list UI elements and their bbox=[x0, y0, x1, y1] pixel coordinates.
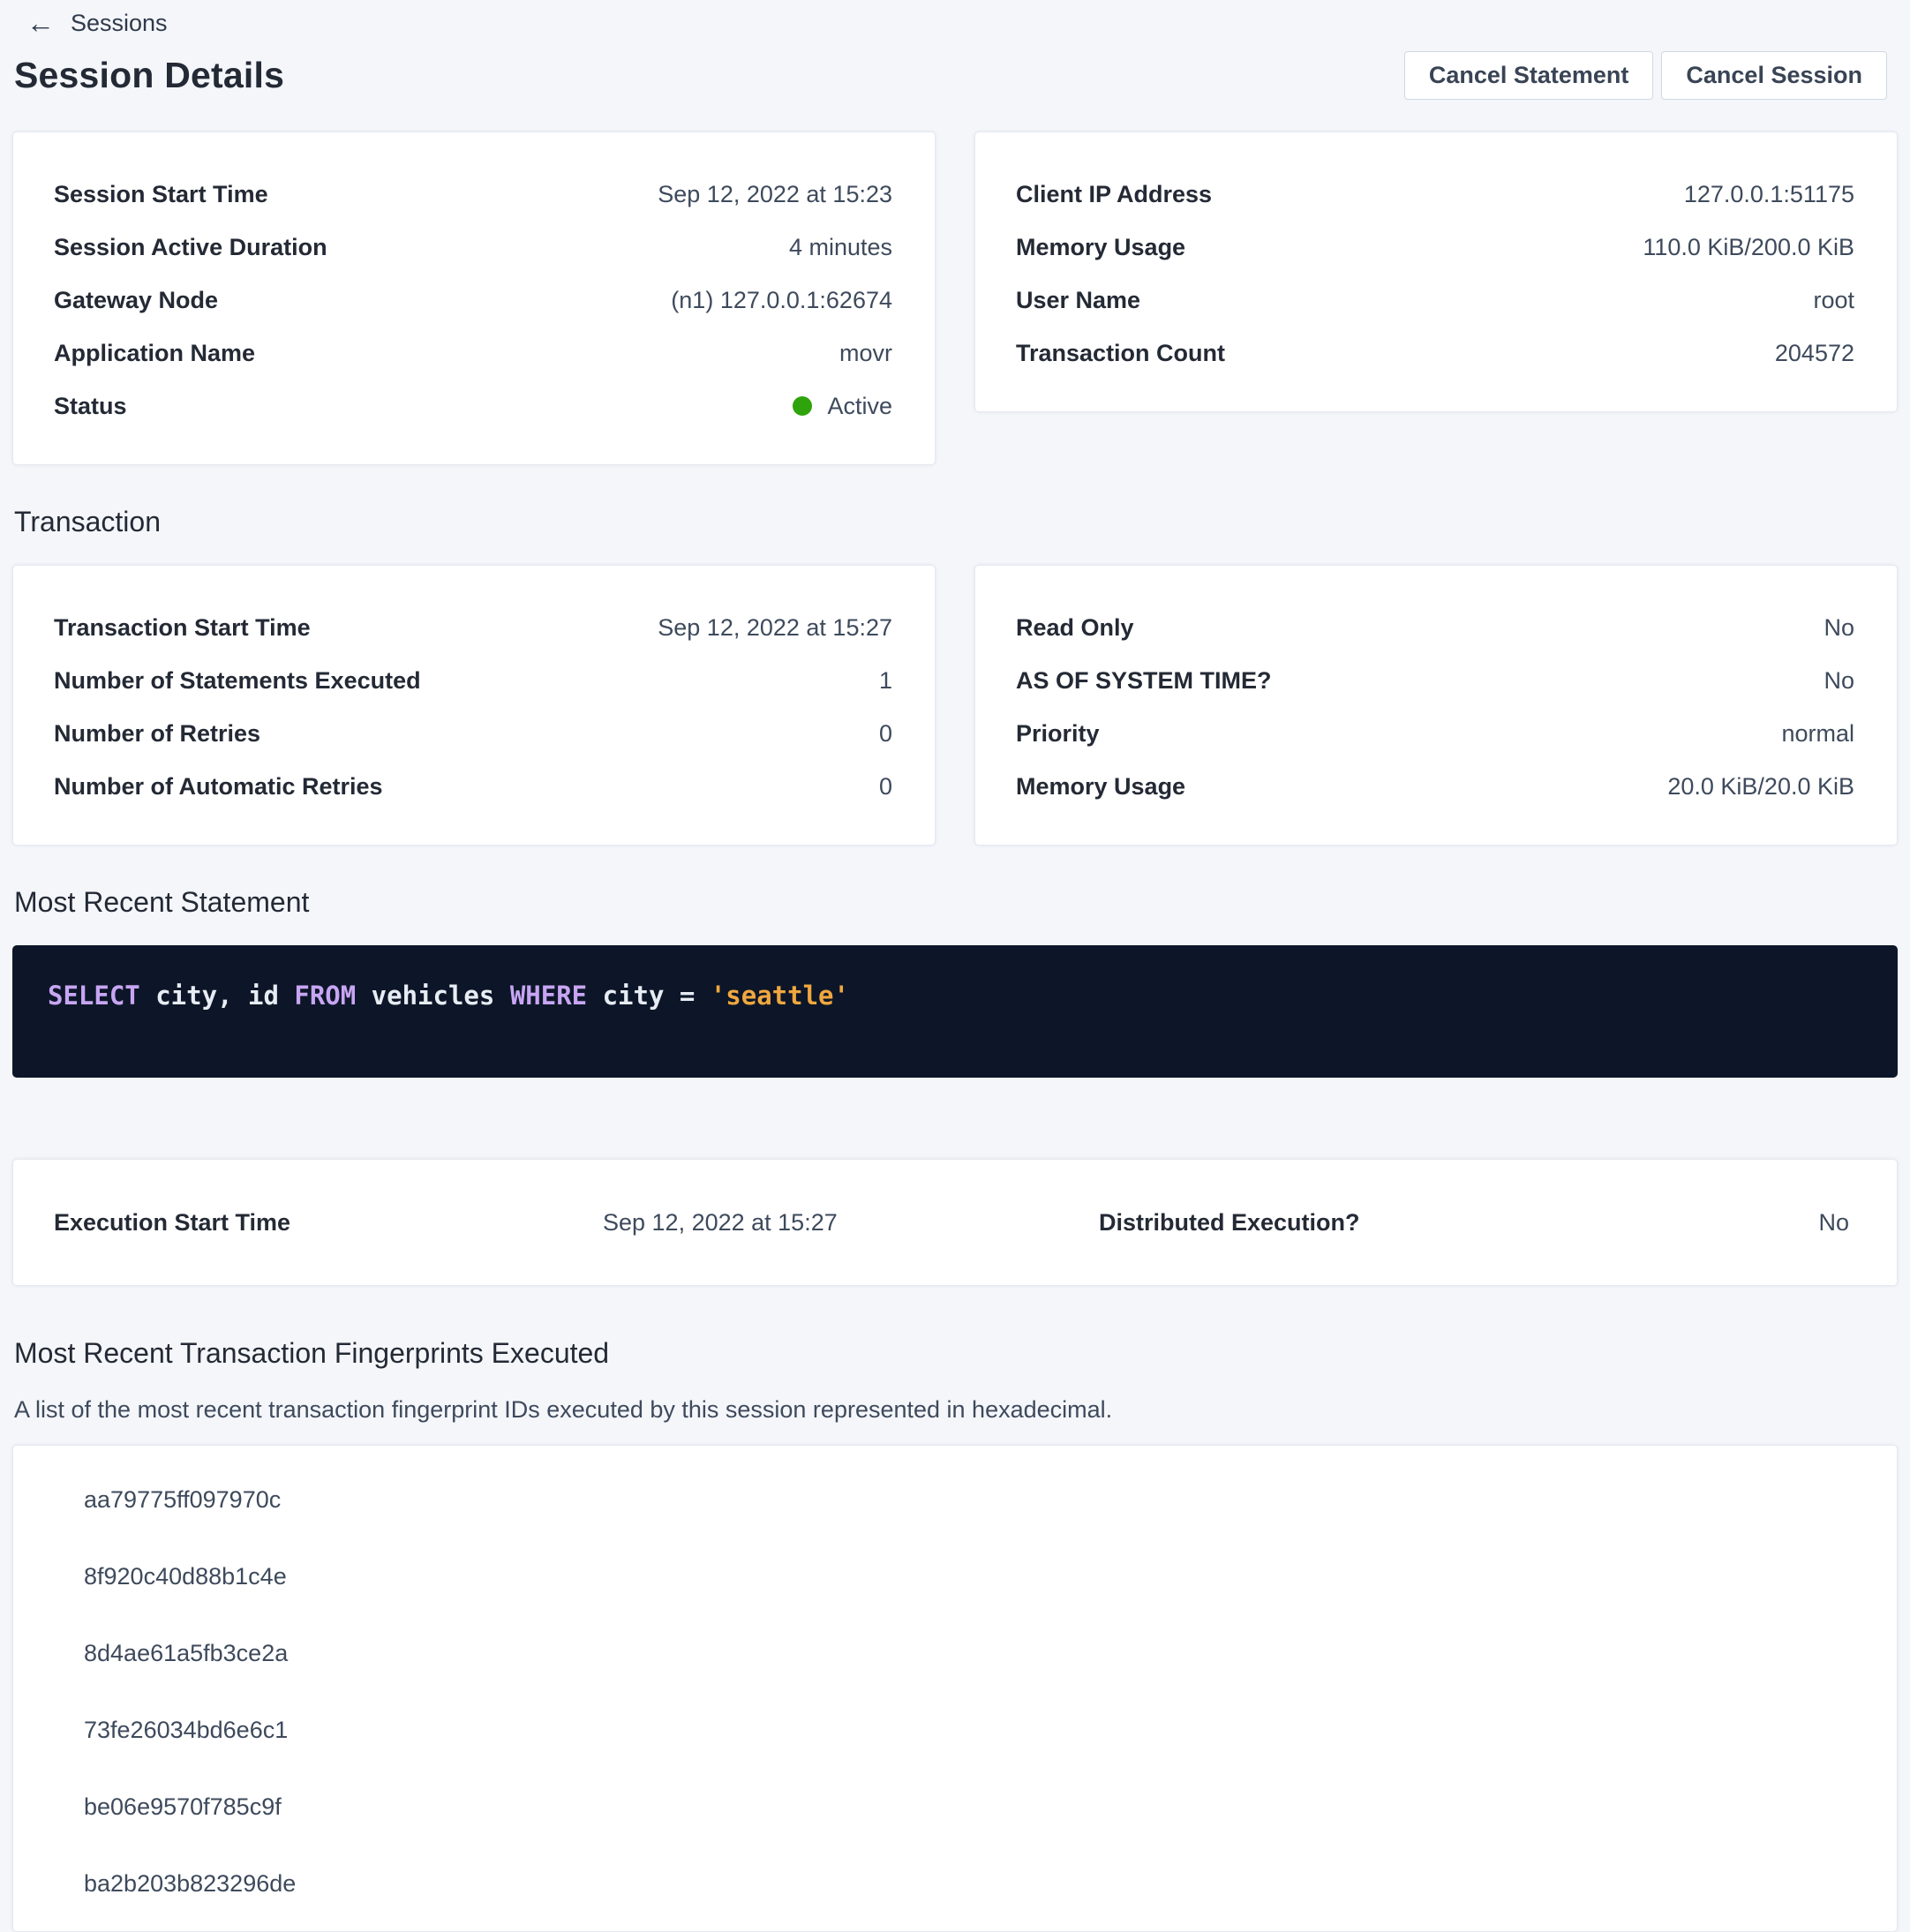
fingerprint-item: be06e9570f785c9f bbox=[84, 1769, 1854, 1846]
fingerprint-item: 73fe26034bd6e6c1 bbox=[84, 1692, 1854, 1769]
header-actions: Cancel Statement Cancel Session bbox=[1404, 51, 1887, 100]
user-name-row: User Name root bbox=[1016, 274, 1854, 327]
status-active-dot-icon bbox=[793, 396, 812, 416]
fingerprint-item: aa79775ff097970c bbox=[84, 1462, 1854, 1538]
sql-string-literal: 'seattle' bbox=[711, 981, 849, 1011]
most-recent-statement-heading: Most Recent Statement bbox=[14, 886, 1910, 919]
transaction-start-time-value: Sep 12, 2022 at 15:27 bbox=[658, 614, 892, 642]
read-only-value: No bbox=[1824, 614, 1854, 642]
gateway-node-link[interactable]: (n1) 127.0.0.1:62674 bbox=[671, 287, 892, 314]
transaction-grid: Transaction Start Time Sep 12, 2022 at 1… bbox=[12, 565, 1898, 846]
back-arrow-icon: ← bbox=[26, 9, 55, 37]
session-start-time-label: Session Start Time bbox=[54, 181, 268, 208]
transaction-stats-card: Transaction Start Time Sep 12, 2022 at 1… bbox=[12, 565, 936, 846]
status-value: Active bbox=[827, 393, 892, 420]
application-name-label: Application Name bbox=[54, 340, 255, 367]
application-name-row: Application Name movr bbox=[54, 327, 892, 380]
fingerprints-card: aa79775ff097970c 8f920c40d88b1c4e 8d4ae6… bbox=[12, 1445, 1898, 1932]
retries-label: Number of Retries bbox=[54, 720, 260, 748]
statements-executed-label: Number of Statements Executed bbox=[54, 667, 421, 695]
cancel-session-button[interactable]: Cancel Session bbox=[1661, 51, 1887, 100]
statements-executed-value: 1 bbox=[879, 667, 892, 695]
gateway-node-label: Gateway Node bbox=[54, 287, 218, 314]
back-link-label: Sessions bbox=[71, 10, 168, 37]
sql-keyword-select: SELECT bbox=[48, 981, 140, 1011]
transaction-start-time-row: Transaction Start Time Sep 12, 2022 at 1… bbox=[54, 601, 892, 654]
user-name-value: root bbox=[1813, 287, 1854, 314]
execution-start-time-label: Execution Start Time bbox=[54, 1209, 603, 1237]
transaction-memory-usage-label: Memory Usage bbox=[1016, 773, 1185, 801]
session-memory-usage-label: Memory Usage bbox=[1016, 234, 1185, 261]
fingerprint-item: 8d4ae61a5fb3ce2a bbox=[84, 1615, 1854, 1692]
session-active-duration-label: Session Active Duration bbox=[54, 234, 327, 261]
sql-condition: city = bbox=[587, 981, 711, 1011]
transaction-props-card: Read Only No AS OF SYSTEM TIME? No Prior… bbox=[974, 565, 1898, 846]
session-overview-grid: Session Start Time Sep 12, 2022 at 15:23… bbox=[12, 132, 1898, 465]
user-name-label: User Name bbox=[1016, 287, 1140, 314]
page-title: Session Details bbox=[14, 55, 284, 96]
client-info-card: Client IP Address 127.0.0.1:51175 Memory… bbox=[974, 132, 1898, 412]
priority-value: normal bbox=[1781, 720, 1854, 748]
fingerprints-section-heading: Most Recent Transaction Fingerprints Exe… bbox=[14, 1337, 1910, 1370]
execution-start-time-value: Sep 12, 2022 at 15:27 bbox=[603, 1209, 1099, 1237]
session-info-card: Session Start Time Sep 12, 2022 at 15:23… bbox=[12, 132, 936, 465]
sql-columns: city, id bbox=[140, 981, 295, 1011]
fingerprints-description: A list of the most recent transaction fi… bbox=[14, 1396, 1910, 1424]
status-row: Status Active bbox=[54, 380, 892, 432]
status-label: Status bbox=[54, 393, 127, 420]
execution-card: Execution Start Time Sep 12, 2022 at 15:… bbox=[12, 1159, 1898, 1286]
as-of-system-time-label: AS OF SYSTEM TIME? bbox=[1016, 667, 1272, 695]
status-badge: Active bbox=[793, 393, 892, 420]
distributed-execution-label: Distributed Execution? bbox=[1099, 1209, 1360, 1237]
cancel-statement-button[interactable]: Cancel Statement bbox=[1404, 51, 1654, 100]
transaction-count-value: 204572 bbox=[1775, 340, 1854, 367]
sql-keyword-where: WHERE bbox=[510, 981, 587, 1011]
priority-label: Priority bbox=[1016, 720, 1100, 748]
transaction-count-row: Transaction Count 204572 bbox=[1016, 327, 1854, 380]
read-only-label: Read Only bbox=[1016, 614, 1134, 642]
read-only-row: Read Only No bbox=[1016, 601, 1854, 654]
as-of-system-time-row: AS OF SYSTEM TIME? No bbox=[1016, 654, 1854, 707]
fingerprint-item: 8f920c40d88b1c4e bbox=[84, 1538, 1854, 1615]
retries-row: Number of Retries 0 bbox=[54, 707, 892, 760]
session-active-duration-value: 4 minutes bbox=[789, 234, 892, 261]
as-of-system-time-value: No bbox=[1824, 667, 1854, 695]
gateway-node-row: Gateway Node (n1) 127.0.0.1:62674 bbox=[54, 274, 892, 327]
session-start-time-row: Session Start Time Sep 12, 2022 at 15:23 bbox=[54, 168, 892, 221]
transaction-count-label: Transaction Count bbox=[1016, 340, 1225, 367]
client-ip-label: Client IP Address bbox=[1016, 181, 1212, 208]
distributed-execution-value: No bbox=[1818, 1209, 1849, 1237]
sql-table: vehicles bbox=[356, 981, 510, 1011]
client-ip-row: Client IP Address 127.0.0.1:51175 bbox=[1016, 168, 1854, 221]
fingerprint-item: ba2b203b823296de bbox=[84, 1846, 1854, 1922]
session-active-duration-row: Session Active Duration 4 minutes bbox=[54, 221, 892, 274]
automatic-retries-label: Number of Automatic Retries bbox=[54, 773, 383, 801]
transaction-start-time-label: Transaction Start Time bbox=[54, 614, 311, 642]
client-ip-value: 127.0.0.1:51175 bbox=[1684, 181, 1854, 208]
retries-value: 0 bbox=[879, 720, 892, 748]
transaction-section-heading: Transaction bbox=[14, 506, 1910, 538]
session-start-time-value: Sep 12, 2022 at 15:23 bbox=[658, 181, 892, 208]
sql-keyword-from: FROM bbox=[294, 981, 356, 1011]
automatic-retries-row: Number of Automatic Retries 0 bbox=[54, 760, 892, 813]
page-header: Session Details Cancel Statement Cancel … bbox=[14, 51, 1887, 100]
transaction-memory-usage-value: 20.0 KiB/20.0 KiB bbox=[1667, 773, 1854, 801]
sql-statement-box: SELECT city, id FROM vehicles WHERE city… bbox=[12, 945, 1898, 1078]
statements-executed-row: Number of Statements Executed 1 bbox=[54, 654, 892, 707]
application-name-value: movr bbox=[839, 340, 892, 367]
priority-row: Priority normal bbox=[1016, 707, 1854, 760]
transaction-memory-usage-row: Memory Usage 20.0 KiB/20.0 KiB bbox=[1016, 760, 1854, 813]
automatic-retries-value: 0 bbox=[879, 773, 892, 801]
session-memory-usage-value: 110.0 KiB/200.0 KiB bbox=[1643, 234, 1854, 261]
back-to-sessions-link[interactable]: ← Sessions bbox=[26, 9, 168, 37]
session-memory-usage-row: Memory Usage 110.0 KiB/200.0 KiB bbox=[1016, 221, 1854, 274]
